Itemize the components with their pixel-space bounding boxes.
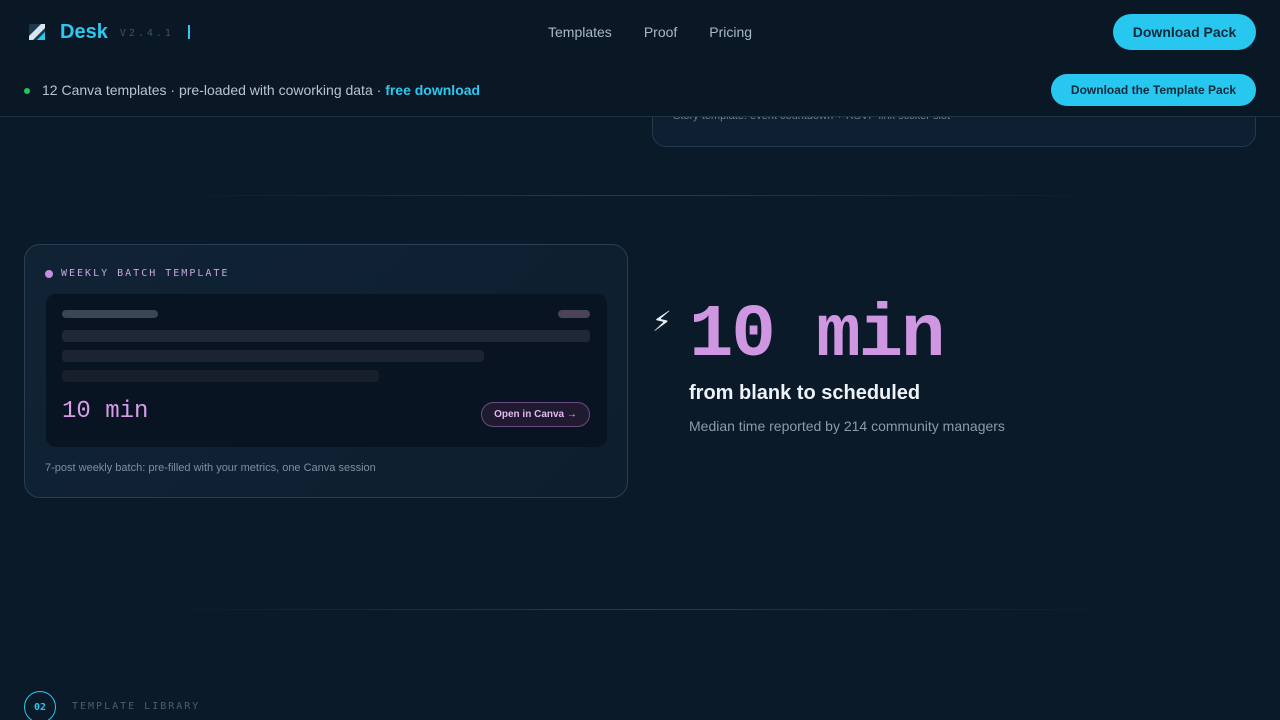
time-stat-value: 10 min [689, 294, 945, 378]
version-label: V2.4.1 [119, 27, 174, 39]
preview-line-1 [62, 330, 590, 342]
section-divider [160, 609, 1120, 610]
stat-subtext: Median time reported by 214 community ma… [689, 418, 1005, 434]
preview-line-2 [62, 350, 484, 362]
status-dot [24, 88, 30, 94]
download-template-pack-button[interactable]: Download the Template Pack [1051, 74, 1256, 106]
weekly-label-row: WEEKLY BATCH TEMPLATE [45, 268, 229, 279]
stat-heading: from blank to scheduled [689, 382, 921, 404]
brand[interactable]: Desk V2.4.1 [28, 18, 190, 46]
cursor-caret [187, 25, 190, 39]
nav-link-templates[interactable]: Templates [548, 24, 612, 40]
announcement-text: 12 Canva templates · pre-loaded with cow… [42, 82, 480, 98]
lightning-icon: ⚡ [652, 306, 672, 337]
top-navigation: Desk V2.4.1 Templates Proof Pricing Down… [0, 0, 1280, 64]
main-nav: Templates Proof Pricing [548, 24, 784, 40]
download-pack-button[interactable]: Download Pack [1113, 14, 1256, 50]
brand-name: Desk [60, 20, 108, 43]
preview-title-bar [62, 310, 158, 318]
desk-logo-icon [28, 23, 46, 41]
section-label: TEMPLATE LIBRARY [72, 701, 201, 712]
preview-tag-bar [558, 310, 590, 318]
nav-link-proof[interactable]: Proof [644, 24, 677, 40]
section-number-badge: 02 [24, 691, 56, 720]
label-dot [45, 269, 53, 278]
weekly-batch-label: WEEKLY BATCH TEMPLATE [61, 268, 230, 279]
announcement-bar: 12 Canva templates · pre-loaded with cow… [0, 64, 1280, 117]
preview-time-stat: 10 min [62, 398, 149, 425]
preview-line-3 [62, 370, 379, 382]
template-preview: 10 min Open in Canva → [46, 294, 607, 447]
weekly-batch-card: WEEKLY BATCH TEMPLATE 10 min Open in Can… [24, 244, 628, 498]
open-in-canva-button[interactable]: Open in Canva → [481, 402, 590, 427]
nav-link-pricing[interactable]: Pricing [709, 24, 752, 40]
section-divider [160, 195, 1120, 196]
weekly-batch-caption: 7-post weekly batch: pre-filled with you… [45, 462, 376, 474]
announcement-message: 12 Canva templates · pre-loaded with cow… [42, 82, 386, 98]
free-download-link[interactable]: free download [385, 82, 480, 98]
